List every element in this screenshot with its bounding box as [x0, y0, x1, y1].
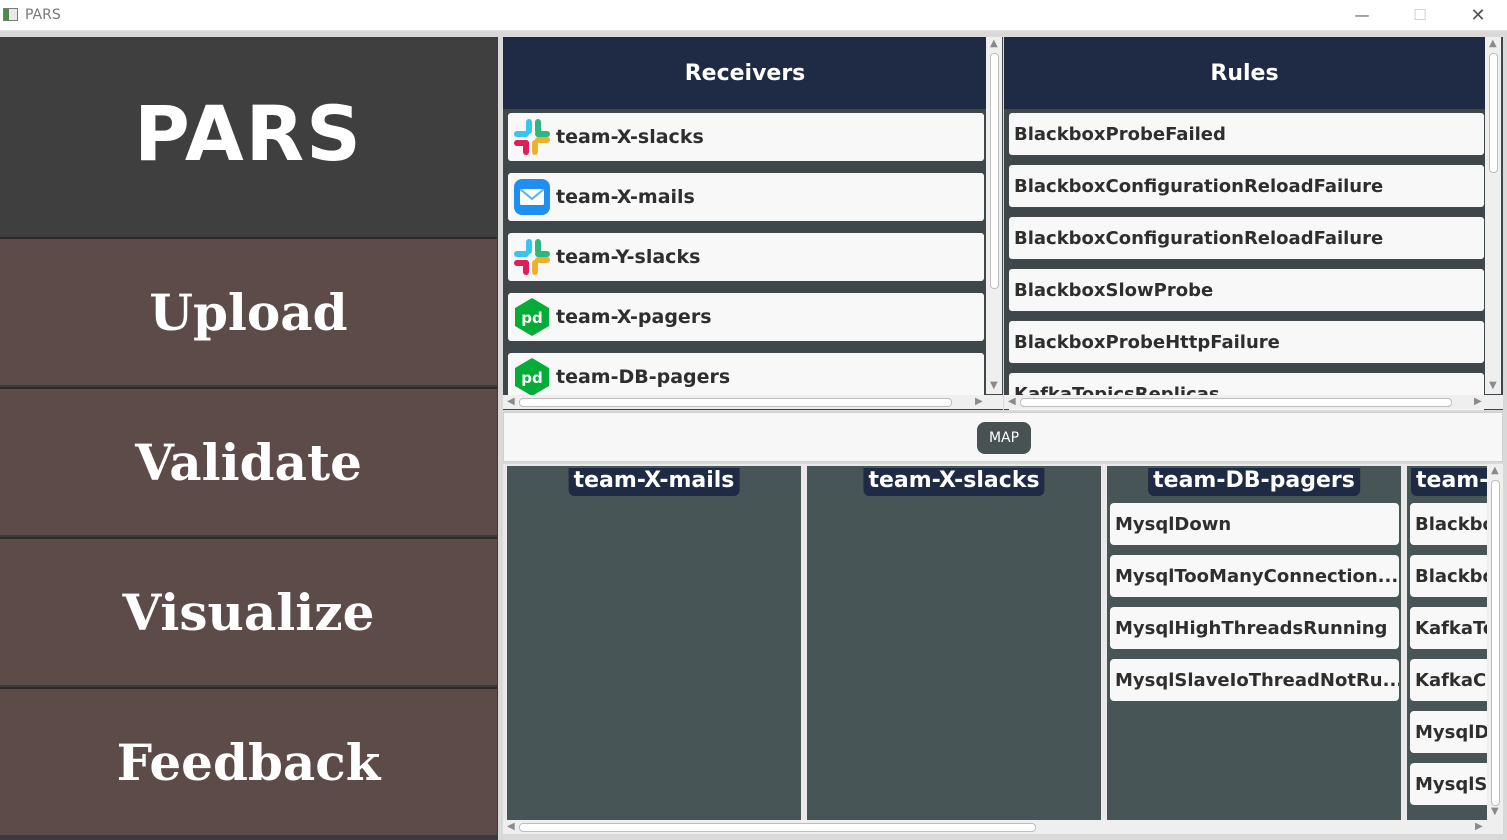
- scroll-down-icon[interactable]: ▼: [1491, 806, 1499, 818]
- scroll-thumb[interactable]: [519, 398, 952, 407]
- rules-header: Rules: [1004, 37, 1485, 109]
- scroll-right-icon[interactable]: ▶: [975, 396, 983, 408]
- scroll-up-icon[interactable]: ▲: [990, 38, 998, 50]
- svg-text:pd: pd: [521, 309, 542, 327]
- app-icon: [3, 8, 18, 21]
- scroll-right-icon[interactable]: ▶: [1474, 396, 1482, 408]
- scroll-left-icon[interactable]: ◀: [507, 821, 515, 833]
- rule-item[interactable]: BlackboxProbeHttpFailure: [1009, 321, 1484, 363]
- receivers-header: Receivers: [503, 37, 987, 109]
- receiver-item[interactable]: team-X-mails: [508, 173, 984, 221]
- window-titlebar: PARS — ☐ ✕: [0, 0, 1507, 31]
- rules-pane: Rules BlackboxProbeFailed BlackboxConfig…: [1004, 37, 1503, 410]
- maximize-button[interactable]: ☐: [1391, 0, 1449, 31]
- map-button[interactable]: MAP: [977, 422, 1031, 454]
- alert-item[interactable]: MysqlDown: [1110, 503, 1399, 545]
- scroll-left-icon[interactable]: ◀: [1008, 396, 1016, 408]
- receiver-column: team-DB-pagers MysqlDown MysqlTooManyCon…: [1107, 466, 1401, 820]
- close-button[interactable]: ✕: [1449, 0, 1507, 31]
- receiver-label: team-X-mails: [556, 186, 695, 208]
- receiver-label: team-Y-slacks: [556, 246, 701, 268]
- receiver-item[interactable]: pd team-X-pagers: [508, 293, 984, 341]
- scroll-thumb[interactable]: [1489, 53, 1498, 173]
- column-title: team-X-mails: [568, 468, 740, 496]
- pagerduty-icon: pd: [512, 357, 552, 397]
- rule-item[interactable]: BlackboxSlowProbe: [1009, 269, 1484, 311]
- alert-item[interactable]: MysqlS: [1410, 763, 1487, 805]
- receiver-item[interactable]: team-Y-slacks: [508, 233, 984, 281]
- rule-item[interactable]: BlackboxConfigurationReloadFailure: [1009, 217, 1484, 259]
- receiver-label: team-X-pagers: [556, 306, 712, 328]
- sidebar: PARS Upload Validate Visualize Feedback: [0, 37, 498, 840]
- receiver-item[interactable]: pd team-DB-pagers: [508, 353, 984, 401]
- scroll-up-icon[interactable]: ▲: [1489, 38, 1497, 50]
- column-title: team-DB-pagers: [1148, 468, 1360, 496]
- scroll-thumb[interactable]: [1491, 480, 1500, 806]
- sidebar-item-upload[interactable]: Upload: [0, 237, 497, 385]
- mapping-vscrollbar[interactable]: ▲ ▼: [1487, 464, 1503, 820]
- mapping-hscrollbar[interactable]: ◀ ▶: [503, 820, 1503, 834]
- receivers-vscrollbar[interactable]: ▲ ▼: [986, 37, 1002, 394]
- sidebar-item-visualize[interactable]: Visualize: [0, 537, 497, 685]
- sidebar-item-feedback[interactable]: Feedback: [0, 687, 497, 835]
- scroll-thumb[interactable]: [1020, 398, 1452, 407]
- scroll-thumb[interactable]: [519, 823, 1036, 832]
- rule-item[interactable]: BlackboxProbeFailed: [1009, 113, 1484, 155]
- column-title: team-: [1411, 468, 1487, 496]
- receiver-item[interactable]: team-X-slacks: [508, 113, 984, 161]
- minimize-button[interactable]: —: [1333, 0, 1391, 31]
- scroll-up-icon[interactable]: ▲: [1491, 465, 1499, 477]
- slack-icon: [512, 117, 552, 157]
- svg-text:pd: pd: [521, 369, 542, 387]
- alert-item[interactable]: MysqlHighThreadsRunning: [1110, 607, 1399, 649]
- receiver-label: team-X-slacks: [556, 126, 704, 148]
- receivers-pane: Receivers team-X-slacks team-X-mails tea…: [503, 37, 1003, 410]
- scroll-left-icon[interactable]: ◀: [507, 396, 515, 408]
- scroll-thumb[interactable]: [990, 53, 999, 289]
- mapping-area: team-X-mails team-X-slacks team-DB-pager…: [503, 464, 1503, 820]
- alert-item[interactable]: KafkaTo: [1410, 607, 1487, 649]
- logo-block: PARS: [0, 37, 497, 237]
- alert-item[interactable]: Blackbo: [1410, 555, 1487, 597]
- alert-item[interactable]: MysqlD: [1410, 711, 1487, 753]
- column-title: team-X-slacks: [863, 468, 1045, 496]
- receiver-column: team-X-slacks: [807, 466, 1101, 820]
- receiver-column: team- Blackbo Blackbo KafkaTo KafkaCo My…: [1407, 466, 1487, 820]
- rule-item[interactable]: BlackboxConfigurationReloadFailure: [1009, 165, 1484, 207]
- sidebar-item-validate[interactable]: Validate: [0, 387, 497, 535]
- pagerduty-icon: pd: [512, 297, 552, 337]
- scroll-down-icon[interactable]: ▼: [990, 380, 998, 392]
- app-logo: PARS: [134, 89, 363, 178]
- rules-vscrollbar[interactable]: ▲ ▼: [1485, 37, 1501, 394]
- alert-item[interactable]: Blackbo: [1410, 503, 1487, 545]
- alert-item[interactable]: MysqlSlaveIoThreadNotRu...: [1110, 659, 1399, 701]
- rules-hscrollbar[interactable]: ◀ ▶: [1004, 395, 1503, 409]
- receivers-hscrollbar[interactable]: ◀ ▶: [503, 395, 1003, 409]
- alert-item[interactable]: KafkaCo: [1410, 659, 1487, 701]
- receiver-column: team-X-mails: [507, 466, 801, 820]
- scroll-right-icon[interactable]: ▶: [1475, 821, 1483, 833]
- mail-icon: [512, 177, 552, 217]
- slack-icon: [512, 237, 552, 277]
- receiver-label: team-DB-pagers: [556, 366, 731, 388]
- map-bar: MAP: [503, 412, 1503, 462]
- window-title: PARS: [25, 7, 61, 23]
- alert-item[interactable]: MysqlTooManyConnection...: [1110, 555, 1399, 597]
- scroll-down-icon[interactable]: ▼: [1489, 380, 1497, 392]
